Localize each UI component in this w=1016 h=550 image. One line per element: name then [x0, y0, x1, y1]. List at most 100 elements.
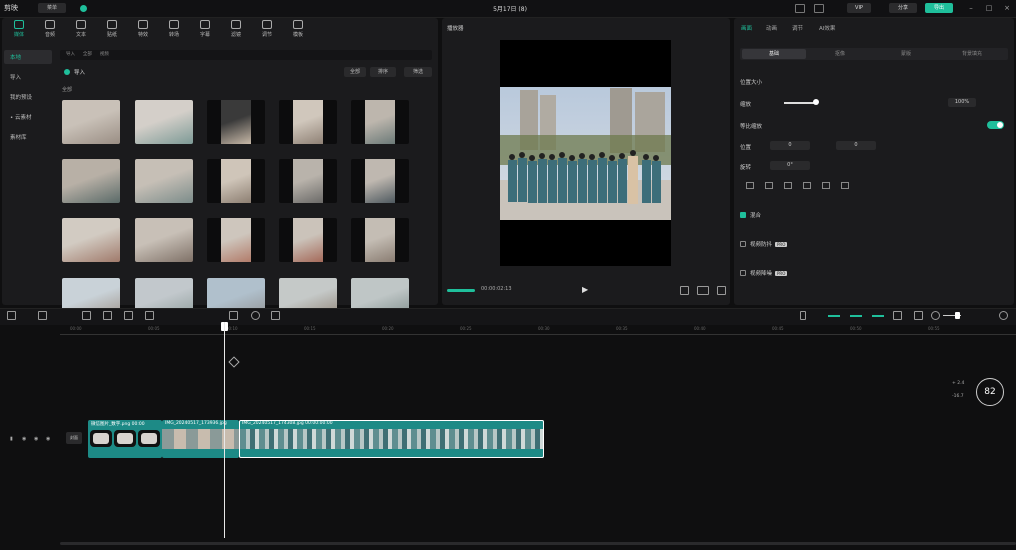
- timeline-settings-icon[interactable]: [999, 311, 1008, 320]
- media-thumbnail[interactable]: [62, 218, 120, 262]
- toolbar-tool-6[interactable]: 字幕: [190, 20, 220, 38]
- media-thumbnail[interactable]: [351, 100, 409, 144]
- keyframe-marker-icon[interactable]: [228, 356, 240, 368]
- sidebar-item-import[interactable]: 导入: [4, 70, 52, 84]
- media-thumbnail[interactable]: [62, 100, 120, 144]
- import-button[interactable]: 导入: [74, 68, 85, 76]
- layout-icon[interactable]: [795, 4, 805, 13]
- media-tab[interactable]: 全部: [83, 52, 92, 57]
- minimize-icon[interactable]: –: [966, 3, 976, 13]
- microphone-icon[interactable]: [800, 311, 806, 320]
- tab-picture[interactable]: 画面: [741, 24, 752, 32]
- view-toggle[interactable]: 全部: [344, 67, 366, 77]
- media-tabs[interactable]: 导入 全部 视频: [60, 50, 432, 60]
- subtab-background[interactable]: 背景填充: [942, 49, 1002, 59]
- shortcut-icon[interactable]: [814, 4, 824, 13]
- media-thumbnail[interactable]: [279, 218, 337, 262]
- media-tab[interactable]: 视频: [100, 52, 109, 57]
- align-left-icon[interactable]: [746, 182, 754, 189]
- vip-button[interactable]: VIP: [847, 3, 871, 13]
- media-thumbnail[interactable]: [135, 100, 193, 144]
- scale-slider[interactable]: [784, 102, 816, 104]
- menu-button[interactable]: 菜单: [38, 3, 66, 13]
- toolbar-tool-7[interactable]: 滤镜: [221, 20, 251, 38]
- toolbar-tool-8[interactable]: 调节: [252, 20, 282, 38]
- position-x-field[interactable]: 0: [770, 141, 810, 150]
- split-right-icon[interactable]: [124, 311, 133, 320]
- media-thumbnail[interactable]: [279, 159, 337, 203]
- blend-checkbox[interactable]: [740, 212, 746, 218]
- auto-snap-icon[interactable]: [850, 315, 862, 317]
- scale-slider-knob[interactable]: [813, 99, 819, 105]
- align-center-icon[interactable]: [765, 182, 773, 189]
- close-icon[interactable]: ×: [1002, 3, 1012, 13]
- align-top-icon[interactable]: [803, 182, 811, 189]
- media-thumbnail[interactable]: [207, 159, 265, 203]
- toolbar-tool-9[interactable]: 模板: [283, 20, 313, 38]
- zoom-out-icon[interactable]: [931, 311, 940, 320]
- toolbar-tool-0[interactable]: 媒体: [4, 20, 34, 38]
- media-thumbnail[interactable]: [207, 218, 265, 262]
- track-mute-icon[interactable]: ◉: [46, 436, 50, 442]
- marker-icon[interactable]: [229, 311, 238, 320]
- track-lock-icon[interactable]: ▮: [10, 436, 13, 442]
- fit-timeline-icon[interactable]: [914, 311, 923, 320]
- share-button[interactable]: 分享: [889, 3, 917, 13]
- toolbar-tool-5[interactable]: 转场: [159, 20, 189, 38]
- timeline-scrollbar[interactable]: [60, 542, 1016, 545]
- main-track-magnet-icon[interactable]: [828, 315, 840, 317]
- media-thumbnail[interactable]: [351, 159, 409, 203]
- filter-button[interactable]: 筛选: [404, 67, 432, 77]
- split-left-icon[interactable]: [103, 311, 112, 320]
- toolbar-tool-3[interactable]: 贴纸: [97, 20, 127, 38]
- zoom-slider-knob[interactable]: [955, 312, 960, 319]
- ratio-icon[interactable]: [697, 286, 709, 295]
- crop-icon[interactable]: [271, 311, 280, 320]
- subtab-cutout[interactable]: 抠像: [810, 49, 870, 59]
- linkage-icon[interactable]: [872, 315, 884, 317]
- sidebar-item-local[interactable]: 本地: [4, 50, 52, 64]
- track-audio-icon[interactable]: ◉: [34, 436, 38, 442]
- undo-icon[interactable]: [38, 311, 47, 320]
- rotate-icon[interactable]: [251, 311, 260, 320]
- media-tab[interactable]: 导入: [66, 52, 75, 57]
- align-middle-icon[interactable]: [822, 182, 830, 189]
- media-thumbnail[interactable]: [351, 218, 409, 262]
- fullscreen-fit-icon[interactable]: [680, 286, 689, 295]
- split-icon[interactable]: [82, 311, 91, 320]
- sidebar-item-cloud[interactable]: • 云素材: [4, 110, 52, 124]
- subtab-basic[interactable]: 基础: [742, 49, 806, 59]
- uniform-scale-toggle[interactable]: [987, 121, 1004, 129]
- denoise-checkbox[interactable]: [740, 270, 746, 276]
- media-thumbnail[interactable]: [135, 159, 193, 203]
- media-thumbnail[interactable]: [62, 159, 120, 203]
- stabilize-checkbox[interactable]: [740, 241, 746, 247]
- playhead[interactable]: [224, 322, 225, 538]
- toolbar-tool-1[interactable]: 音频: [35, 20, 65, 38]
- media-thumbnail[interactable]: [207, 100, 265, 144]
- align-bottom-icon[interactable]: [841, 182, 849, 189]
- preview-axis-icon[interactable]: [893, 311, 902, 320]
- timeline-clip[interactable]: 微信图片_数字.png 00:00: [88, 420, 162, 458]
- export-button[interactable]: 导出: [925, 3, 953, 13]
- delete-icon[interactable]: [145, 311, 154, 320]
- timeline-ruler[interactable]: 00:00 00:05 00:10 00:15 00:20 00:25 00:30 00:35…: [60, 326, 1016, 335]
- tab-ai-effects[interactable]: AI效果: [819, 24, 835, 32]
- scale-value[interactable]: 100%: [948, 98, 976, 107]
- subtab-mask[interactable]: 蒙版: [876, 49, 936, 59]
- rotate-field[interactable]: 0°: [770, 161, 810, 170]
- tab-animation[interactable]: 动画: [766, 24, 777, 32]
- media-thumbnail[interactable]: [279, 100, 337, 144]
- align-right-icon[interactable]: [784, 182, 792, 189]
- selected-timeline-clip[interactable]: IMG_20240517_174308.jpg 00:00:00:00: [239, 420, 544, 458]
- track-hide-icon[interactable]: ◉: [22, 436, 26, 442]
- toolbar-tool-2[interactable]: 文本: [66, 20, 96, 38]
- expand-icon[interactable]: [717, 286, 726, 295]
- video-canvas[interactable]: [500, 40, 671, 266]
- playback-progress[interactable]: [447, 289, 475, 292]
- position-y-field[interactable]: 0: [836, 141, 876, 150]
- sidebar-item-presets[interactable]: 我的预设: [4, 90, 52, 104]
- tab-adjust[interactable]: 调节: [792, 24, 803, 32]
- play-icon[interactable]: ▶: [582, 285, 588, 294]
- sidebar-item-library[interactable]: 素材库: [4, 130, 52, 144]
